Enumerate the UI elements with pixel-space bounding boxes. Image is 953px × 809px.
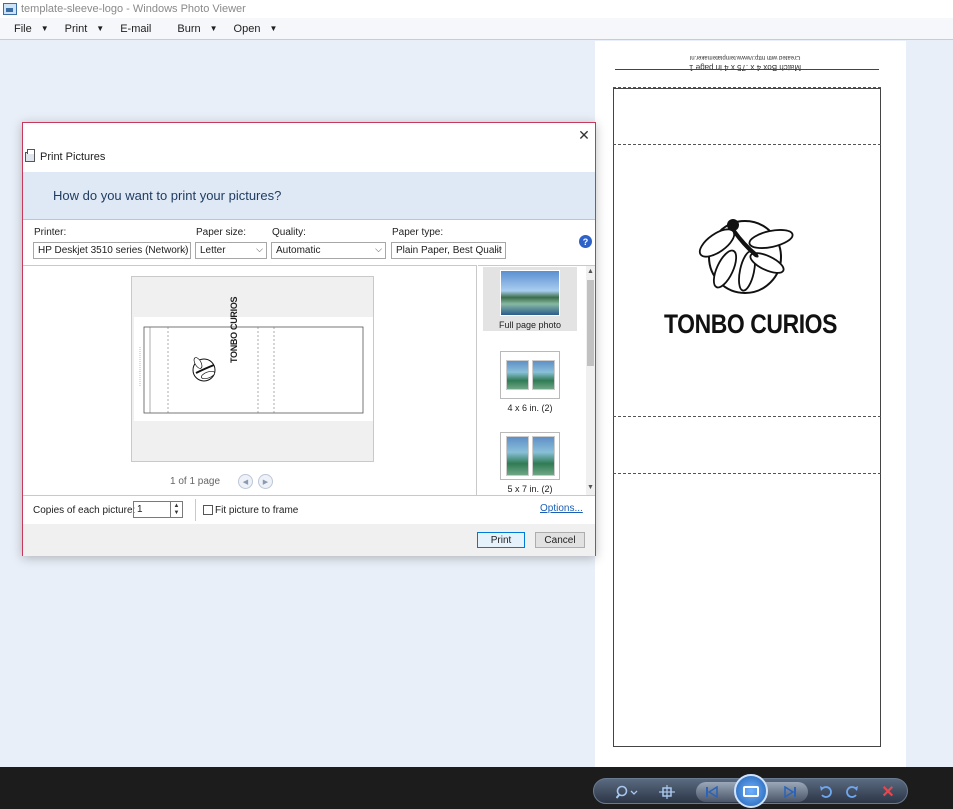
menu-print[interactable]: Print ▼ <box>57 18 113 40</box>
print-button[interactable]: Print <box>477 532 525 548</box>
fold-line <box>613 416 881 417</box>
copies-label: Copies of each picture: <box>33 505 136 516</box>
chevron-down-icon: ▼ <box>209 24 218 33</box>
actual-size-icon[interactable] <box>656 779 678 805</box>
chevron-down-icon: ⌵ <box>495 244 502 254</box>
quality-label: Quality: <box>272 227 306 238</box>
printer-icon <box>25 149 35 162</box>
dragonfly-logo-icon <box>695 213 795 299</box>
zoom-icon[interactable] <box>614 779 640 805</box>
close-icon[interactable]: ✕ <box>575 126 593 144</box>
printer-value: HP Deskjet 3510 series (Network) <box>38 245 189 256</box>
dialog-question: How do you want to print your pictures? <box>53 188 282 203</box>
window-title: template-sleeve-logo - Windows Photo Vie… <box>21 3 246 15</box>
layout-full-page-photo[interactable]: Full page photo <box>483 267 577 331</box>
menu-open-label: Open <box>233 22 261 35</box>
menu-file[interactable]: File ▼ <box>6 18 57 40</box>
photo-viewer-app-icon <box>3 3 17 15</box>
paper-type-value: Plain Paper, Best Qualit <box>396 245 502 256</box>
delete-icon[interactable]: ✕ <box>878 779 898 805</box>
chevron-down-icon: ⌵ <box>256 244 263 254</box>
template-outline <box>613 88 881 747</box>
printer-label: Printer: <box>34 227 67 238</box>
spin-up-icon[interactable]: ▲ <box>174 503 180 510</box>
preview-image: TONBO CURIOS <box>134 297 373 421</box>
fold-line <box>613 473 881 474</box>
4x6-thumbnail <box>500 351 560 399</box>
title-bar: template-sleeve-logo - Windows Photo Vie… <box>0 0 953 18</box>
dialog-title: Print Pictures <box>25 149 106 163</box>
layout-label: 5 x 7 in. (2) <box>507 484 553 494</box>
chevron-down-icon: ⌵ <box>375 244 382 254</box>
fold-line <box>613 144 881 145</box>
preview-brand-text: TONBO CURIOS <box>229 296 239 363</box>
print-preview-pane: TONBO CURIOS 1 of 1 page ◀ ▶ <box>23 265 477 495</box>
fit-picture-label[interactable]: Fit picture to frame <box>215 505 298 516</box>
dialog-button-row: Print Cancel <box>23 524 595 556</box>
printer-select[interactable]: HP Deskjet 3510 series (Network) ⌵ <box>33 242 191 259</box>
help-icon[interactable]: ? <box>579 235 592 248</box>
scroll-thumb[interactable] <box>587 280 594 366</box>
scroll-down-icon[interactable]: ▼ <box>586 484 595 491</box>
layout-5x7[interactable]: 5 x 7 in. (2) <box>483 429 577 494</box>
previous-icon[interactable] <box>702 779 722 805</box>
paper-type-select[interactable]: Plain Paper, Best Qualit ⌵ <box>391 242 506 259</box>
template-credit-text: Created with http://www.templatemaker.nl <box>690 54 801 60</box>
layout-label: Full page photo <box>498 320 562 330</box>
preview-frame: TONBO CURIOS <box>131 276 374 462</box>
fold-line <box>613 87 881 88</box>
options-link[interactable]: Options... <box>540 503 583 514</box>
menu-file-label: File <box>14 22 32 35</box>
chevron-down-icon: ⌵ <box>180 244 187 254</box>
quality-select[interactable]: Automatic ⌵ <box>271 242 386 259</box>
layout-4x6[interactable]: 4 x 6 in. (2) <box>483 348 577 413</box>
divider <box>195 499 196 521</box>
page-count: 1 of 1 page <box>170 476 221 487</box>
control-pill: ✕ <box>593 774 908 808</box>
layout-label: 4 x 6 in. (2) <box>507 403 553 413</box>
layout-scrollbar[interactable]: ▲ ▼ <box>586 266 595 496</box>
menu-email[interactable]: E-mail <box>112 18 159 40</box>
quality-value: Automatic <box>276 245 321 256</box>
dialog-header: How do you want to print your pictures? <box>23 172 595 220</box>
menu-bar: File ▼ Print ▼ E-mail Burn ▼ Open ▼ <box>0 18 953 40</box>
cancel-button[interactable]: Cancel <box>535 532 585 548</box>
menu-burn-label: Burn <box>177 22 201 35</box>
copies-spinner[interactable]: ▲ ▼ <box>171 501 183 518</box>
fit-picture-checkbox[interactable] <box>203 505 213 515</box>
rotate-left-icon[interactable] <box>816 779 836 805</box>
menu-open[interactable]: Open ▼ <box>226 18 286 40</box>
dialog-title-text: Print Pictures <box>40 151 106 163</box>
chevron-down-icon: ▼ <box>96 24 105 33</box>
full-page-photo-thumbnail <box>500 270 560 316</box>
previous-page-icon[interactable]: ◀ <box>238 474 253 489</box>
menu-email-label: E-mail <box>120 22 152 35</box>
chevron-down-icon: ▼ <box>40 24 49 33</box>
chevron-down-icon: ▼ <box>269 24 278 33</box>
paper-type-label: Paper type: <box>392 227 444 238</box>
scroll-up-icon[interactable]: ▲ <box>586 268 595 275</box>
next-page-icon[interactable]: ▶ <box>258 474 273 489</box>
rotate-right-icon[interactable] <box>842 779 862 805</box>
photo-page: Created with http://www.templatemaker.nl… <box>595 41 906 767</box>
print-pictures-dialog: ✕ Print Pictures How do you want to prin… <box>22 122 596 556</box>
menu-print-label: Print <box>64 22 88 35</box>
template-flap <box>615 69 879 89</box>
paper-size-select[interactable]: Letter ⌵ <box>195 242 267 259</box>
copies-row: Copies of each picture: 1 ▲ ▼ Fit picture… <box>23 495 595 523</box>
slideshow-icon[interactable] <box>734 774 768 808</box>
5x7-thumbnail <box>500 432 560 480</box>
paper-size-value: Letter <box>200 245 226 256</box>
menu-burn[interactable]: Burn ▼ <box>169 18 225 40</box>
paper-size-label: Paper size: <box>196 227 247 238</box>
copies-input[interactable]: 1 <box>133 501 171 518</box>
viewer-control-bar: ✕ <box>0 767 953 809</box>
spin-down-icon[interactable]: ▼ <box>174 510 180 517</box>
next-icon[interactable] <box>780 779 800 805</box>
layout-list: Full page photo 4 x 6 in. (2) 5 x 7 in. … <box>478 265 595 496</box>
brand-text: TONBO CURIOS <box>663 309 837 339</box>
